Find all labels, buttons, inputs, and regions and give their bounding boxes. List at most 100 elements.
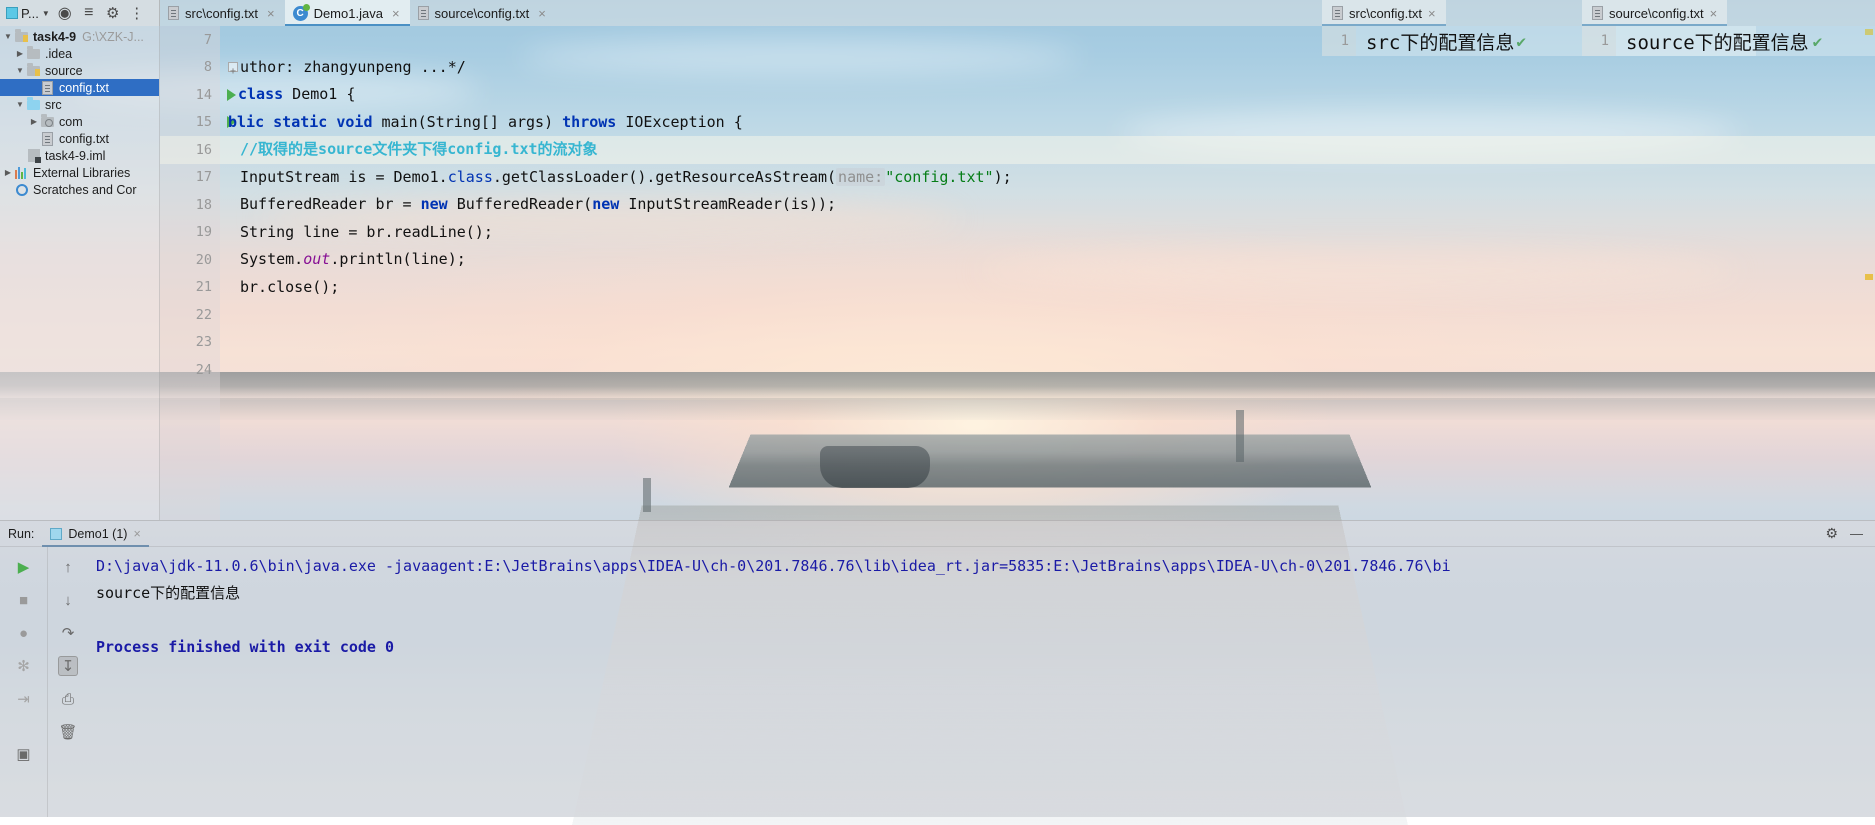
layout-icon[interactable]: ▣: [14, 744, 34, 764]
close-icon[interactable]: ×: [392, 6, 400, 21]
tree-item-label: .idea: [45, 47, 72, 61]
print-icon[interactable]: ⎙: [58, 689, 78, 709]
code-text: );: [994, 168, 1012, 186]
editor-tab-label: source\config.txt: [435, 6, 530, 21]
run-window-label: Run:: [8, 527, 34, 541]
preview-line-number: 1: [1322, 26, 1356, 56]
comment-text: //取得的是source文件夹下得config.txt的流对象: [240, 140, 598, 158]
editor-tab-demo1-java[interactable]: C Demo1.java ×: [285, 0, 410, 26]
tree-item-com[interactable]: ▶ com: [0, 113, 159, 130]
tree-item-src[interactable]: ▼ src: [0, 96, 159, 113]
code-line-18: BufferedReader br = new BufferedReader(n…: [220, 191, 1875, 219]
module-file-icon: [26, 149, 41, 162]
tree-item-source[interactable]: ▼ source: [0, 62, 159, 79]
rerun-play-icon[interactable]: ▶: [14, 557, 34, 577]
gutter-line: 17: [160, 164, 220, 192]
run-configuration-tab[interactable]: Demo1 (1) ×: [42, 521, 148, 547]
gear-icon[interactable]: ⚙: [1825, 525, 1838, 542]
preview-content-text: source下的配置信息: [1626, 28, 1809, 55]
keyword-new: new: [421, 195, 448, 213]
change-marker[interactable]: [1865, 274, 1873, 280]
tree-item-src-config-txt[interactable]: ► config.txt: [0, 130, 159, 147]
inspection-ok-icon: ✔: [1516, 32, 1526, 51]
run-console-output[interactable]: D:\java\jdk-11.0.6\bin\java.exe -javaage…: [88, 547, 1875, 817]
gutter-line: 23: [160, 329, 220, 357]
project-view-label: P...: [21, 6, 39, 21]
filter-icon[interactable]: ●: [14, 623, 34, 643]
console-line-output: source下的配置信息: [88, 580, 1875, 607]
line-number: 16: [196, 142, 212, 158]
console-line-process-finished: Process finished with exit code 0: [88, 634, 1875, 661]
preview-body: 1 source下的配置信息 ✔: [1582, 26, 1875, 56]
chevron-right-icon[interactable]: ▶: [28, 117, 40, 126]
preview-tab-bar: source\config.txt ×: [1582, 0, 1875, 26]
tree-item-task4-9-iml[interactable]: ► task4-9.iml: [0, 147, 159, 164]
console-line-command: D:\java\jdk-11.0.6\bin\java.exe -javaage…: [88, 553, 1875, 580]
preview-tab-label: source\config.txt: [1609, 6, 1704, 21]
module-folder-icon: [14, 32, 29, 42]
fold-expand-icon[interactable]: [228, 62, 238, 72]
keyword-void: void: [327, 113, 372, 131]
line-number: 8: [204, 59, 212, 75]
locate-icon[interactable]: ◉: [56, 4, 74, 22]
project-view-selector[interactable]: P... ▼: [6, 6, 50, 21]
tree-item-task4-9[interactable]: ▼ task4-9 G:\XZK-J...: [0, 28, 159, 45]
project-icon: [6, 7, 18, 19]
scroll-to-end-icon[interactable]: ↧: [58, 656, 78, 676]
export-icon[interactable]: ⇥: [14, 689, 34, 709]
settings-gear-icon[interactable]: ⚙: [104, 4, 122, 22]
folder-icon: [26, 49, 41, 59]
preview-tab-src-config[interactable]: src\config.txt ×: [1322, 0, 1446, 26]
chevron-right-icon[interactable]: ▶: [14, 49, 26, 58]
chevron-down-icon[interactable]: ▼: [14, 66, 26, 75]
camera-icon[interactable]: ✻: [14, 656, 34, 676]
preview-tab-source-config[interactable]: source\config.txt ×: [1582, 0, 1727, 26]
tree-item-scratches-and-consoles[interactable]: ► Scratches and Cor: [0, 181, 159, 198]
code-text: System.: [240, 250, 303, 268]
tree-item-label: config.txt: [59, 81, 109, 95]
close-icon[interactable]: ×: [133, 527, 140, 541]
clear-all-trash-icon[interactable]: 🗑: [58, 722, 78, 742]
run-config-icon: [50, 528, 62, 540]
project-tree[interactable]: ▼ task4-9 G:\XZK-J... ▶ .idea ▼ source ►…: [0, 26, 160, 520]
code-text: .println(line);: [330, 250, 465, 268]
gutter-line: 22: [160, 301, 220, 329]
chevron-right-icon[interactable]: ▶: [2, 168, 14, 177]
code-text: .getClassLoader().getResourceAsStream(: [493, 168, 836, 186]
scroll-down-icon[interactable]: ↓: [58, 590, 78, 610]
tree-item-label: source: [45, 64, 83, 78]
more-options-icon[interactable]: ⋮: [128, 4, 146, 22]
close-icon[interactable]: ×: [538, 6, 546, 21]
tree-item-idea[interactable]: ▶ .idea: [0, 45, 159, 62]
collapse-all-icon[interactable]: ≡: [80, 4, 98, 22]
tree-item-label: task4-9: [33, 30, 76, 44]
soft-wrap-icon[interactable]: ↷: [58, 623, 78, 643]
gutter-line: 21: [160, 274, 220, 302]
editor-tab-source-config[interactable]: source\config.txt ×: [410, 0, 556, 26]
preview-content[interactable]: source下的配置信息 ✔: [1616, 26, 1875, 56]
tree-item-label: src: [45, 98, 62, 112]
close-icon[interactable]: ×: [1428, 6, 1436, 21]
scroll-up-icon[interactable]: ↑: [58, 557, 78, 577]
editor-tab-src-config[interactable]: src\config.txt ×: [160, 0, 285, 26]
gutter-line: 18: [160, 191, 220, 219]
close-icon[interactable]: ×: [1710, 6, 1718, 21]
chevron-down-icon[interactable]: ▼: [2, 32, 14, 41]
string-literal: "config.txt": [885, 168, 993, 186]
close-icon[interactable]: ×: [267, 6, 275, 21]
stop-icon[interactable]: ■: [14, 590, 34, 610]
tree-item-path: G:\XZK-J...: [82, 30, 144, 44]
editor-marker-strip[interactable]: [1863, 26, 1875, 520]
tree-item-external-libraries[interactable]: ▶ External Libraries: [0, 164, 159, 181]
minimize-icon[interactable]: —: [1850, 526, 1863, 541]
gutter-line: 20: [160, 246, 220, 274]
chevron-down-icon[interactable]: ▼: [14, 100, 26, 109]
line-number: 20: [196, 252, 212, 268]
tree-item-source-config-txt[interactable]: ► config.txt: [0, 79, 159, 96]
code-editor[interactable]: uthor: zhangyunpeng ...*/ class Demo1 { …: [220, 26, 1875, 520]
code-line-23: [220, 329, 1875, 357]
run-tool-window: Run: Demo1 (1) × ⚙ — ▶ ■ ● ✻ ⇥ ▣ ↑ ↓ ↷ ↧…: [0, 520, 1875, 817]
editor-gutter[interactable]: 7 8 14 15 16 17 18 19 20 21 22 23 24: [160, 26, 220, 520]
line-number: 18: [196, 197, 212, 213]
gutter-line: 16: [160, 136, 220, 164]
